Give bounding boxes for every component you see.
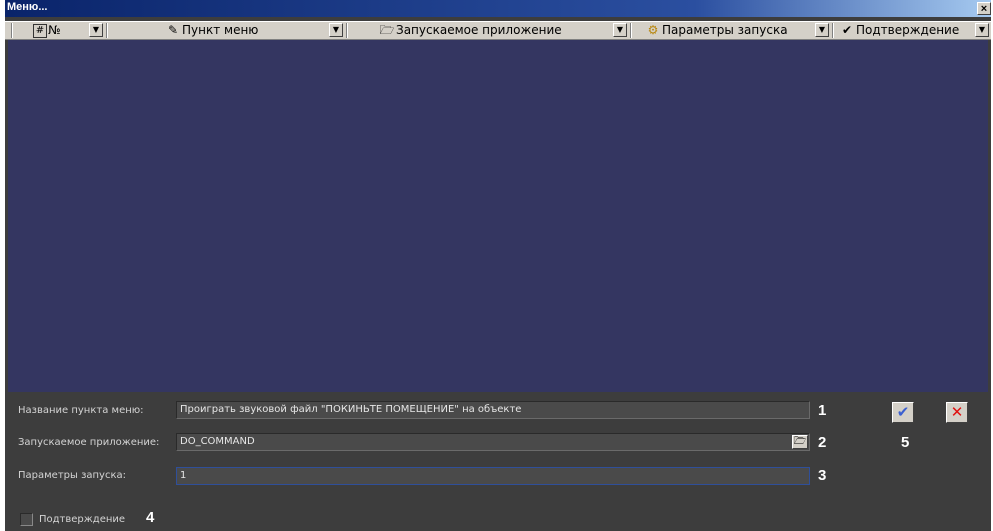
open-folder-icon: 🗁: [379, 23, 395, 37]
close-button[interactable]: ×: [977, 2, 991, 15]
edit-document-icon: ✎: [167, 23, 179, 37]
browse-folder-icon[interactable]: 🗁: [792, 435, 808, 449]
confirm-checkmark-icon[interactable]: ✔: [892, 402, 914, 423]
launch-parameters-input[interactable]: 1: [176, 467, 810, 485]
callout-2: 2: [818, 434, 827, 451]
hash-icon: #: [33, 23, 47, 38]
column-separator: [832, 23, 833, 38]
column-header-parameters[interactable]: ⚙ Параметры запуска: [645, 22, 788, 39]
column-header-application[interactable]: 🗁 Запускаемое приложение: [379, 22, 562, 39]
window-title: Меню...: [7, 1, 48, 13]
column-header-bar: # № ▼ ✎ Пункт меню ▼ 🗁 Запускаемое приложен…: [5, 21, 991, 40]
gear-icon: ⚙: [647, 23, 659, 37]
column-separator: [346, 23, 347, 38]
column-dropdown-menu-item[interactable]: ▼: [329, 23, 343, 37]
menu-items-grid[interactable]: [8, 40, 988, 392]
column-dropdown-number[interactable]: ▼: [89, 23, 103, 37]
column-dropdown-application[interactable]: ▼: [613, 23, 627, 37]
column-separator: [11, 23, 12, 38]
column-separator: [106, 23, 107, 38]
callout-5: 5: [901, 434, 910, 451]
cancel-cross-icon[interactable]: ✕: [946, 402, 968, 423]
column-dropdown-parameters[interactable]: ▼: [815, 23, 829, 37]
column-separator: [630, 23, 631, 38]
menu-dialog: Меню... × # № ▼ ✎ Пункт меню ▼ 🗁 Запускаемо…: [5, 0, 991, 531]
confirmation-checkbox[interactable]: [20, 513, 33, 526]
menu-item-name-label: Название пункта меню:: [18, 405, 144, 416]
column-label-confirmation: Подтверждение: [856, 23, 960, 37]
confirmation-label: Подтверждение: [39, 514, 126, 525]
application-label: Запускаемое приложение:: [18, 437, 160, 448]
column-label-application: Запускаемое приложение: [396, 23, 562, 37]
column-header-menu-item[interactable]: ✎ Пункт меню: [165, 22, 258, 39]
title-bar: Меню... ×: [5, 0, 991, 17]
checkmark-icon: ✔: [841, 23, 853, 37]
column-label-menu-item: Пункт меню: [182, 23, 259, 37]
callout-1: 1: [818, 402, 827, 419]
column-label-parameters: Параметры запуска: [662, 23, 788, 37]
column-dropdown-confirmation[interactable]: ▼: [975, 23, 989, 37]
edit-form: Название пункта меню: Проиграть звуковой…: [8, 392, 988, 531]
application-input[interactable]: DO_COMMAND: [176, 433, 810, 451]
column-label-number: №: [48, 23, 61, 37]
callout-3: 3: [818, 467, 827, 484]
column-header-number[interactable]: # №: [33, 22, 60, 39]
callout-4: 4: [146, 509, 155, 526]
launch-parameters-label: Параметры запуска:: [18, 470, 127, 481]
menu-item-name-input[interactable]: Проиграть звуковой файл "ПОКИНЬТЕ ПОМЕЩЕ…: [176, 401, 810, 419]
column-header-confirmation[interactable]: ✔ Подтверждение: [839, 22, 959, 39]
